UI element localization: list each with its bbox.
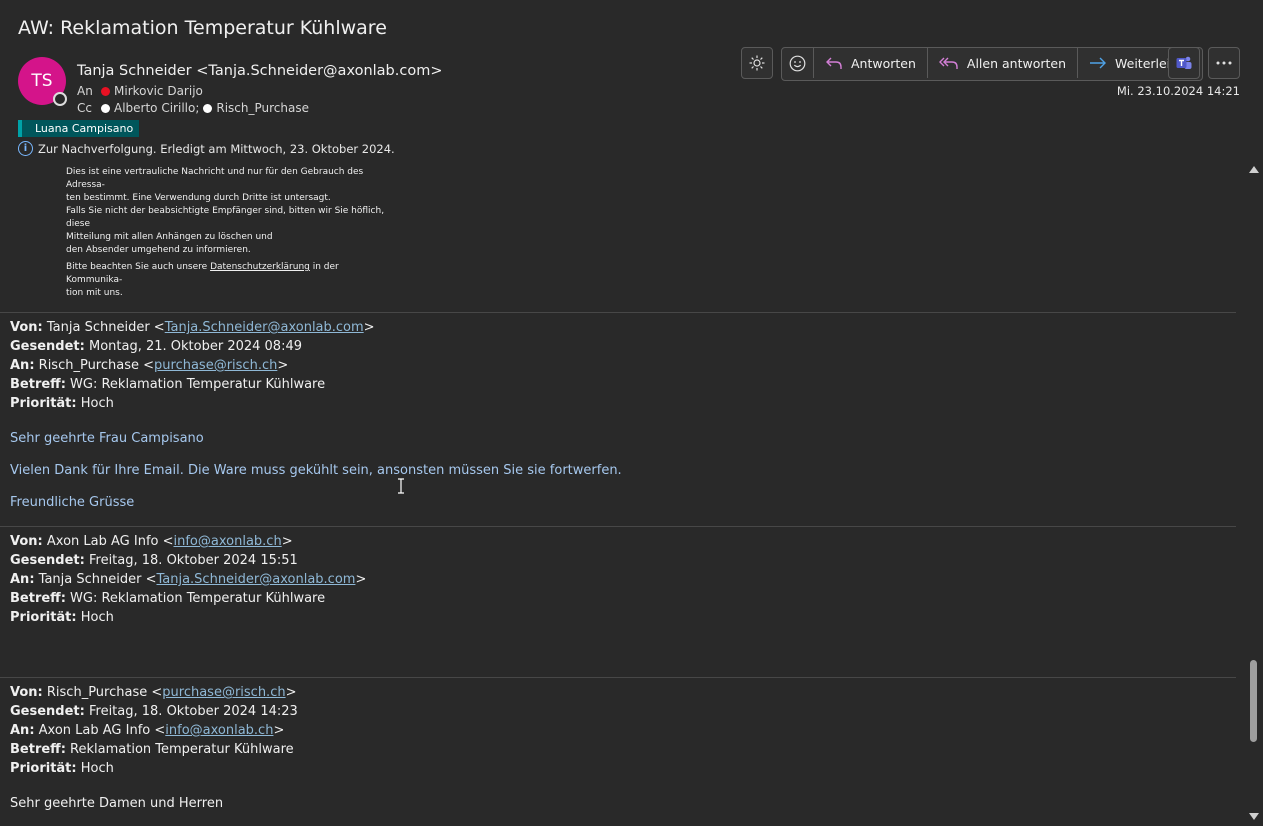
teams-button[interactable] <box>1168 47 1200 79</box>
subject-value: WG: Reklamation Temperatur Kühlware <box>70 377 326 392</box>
to-header-label: An: <box>10 723 35 738</box>
to-name: Risch_Purchase < <box>38 358 155 373</box>
forward-arrow-icon <box>1090 57 1106 69</box>
from-email-link[interactable]: Tanja.Schneider@axonlab.com <box>165 320 364 335</box>
thread-separator <box>0 312 1236 313</box>
email-subject: AW: Reklamation Temperatur Kühlware <box>18 17 387 39</box>
to-header-label: An: <box>10 358 35 373</box>
privacy-line: Bitte beachten Sie auch unsere Datenschu… <box>66 261 386 287</box>
subject-label: Betreff: <box>10 591 66 606</box>
thread-header: Von: Tanja Schneider <Tanja.Schneider@ax… <box>10 320 375 411</box>
sent-value: Montag, 21. Oktober 2024 08:49 <box>88 339 302 354</box>
privacy-line-2: tion mit uns. <box>66 288 123 298</box>
priority-label: Priorität: <box>10 610 77 625</box>
priority-value: Hoch <box>80 396 114 411</box>
priority-label: Priorität: <box>10 761 77 776</box>
sent-value: Freitag, 18. Oktober 2024 15:51 <box>88 553 298 568</box>
sun-icon <box>749 55 765 71</box>
action-toolbar: Antworten Allen antworten Weiterleiten <box>781 47 1203 81</box>
brightness-button[interactable] <box>741 47 773 79</box>
sent-value: Freitag, 18. Oktober 2024 14:23 <box>88 704 298 719</box>
disclaimer: Dies ist eine vertrauliche Nachricht und… <box>66 166 386 300</box>
cc-recipient-2[interactable]: Risch_Purchase <box>216 101 309 115</box>
cc-label: Cc <box>77 101 92 115</box>
body-text: Vielen Dank für Ihre Email. Die Ware mus… <box>10 463 622 478</box>
from-label: Von: <box>10 534 43 549</box>
priority-label: Priorität: <box>10 396 77 411</box>
body-greeting: Sehr geehrte Frau Campisano <box>10 431 204 446</box>
thread-header: Von: Risch_Purchase <purchase@risch.ch> … <box>10 685 298 776</box>
follow-up-banner: i Zur Nachverfolgung. Erledigt am Mittwo… <box>18 141 395 156</box>
subject-label: Betreff: <box>10 377 66 392</box>
thread-header: Von: Axon Lab AG Info <info@axonlab.ch> … <box>10 534 367 625</box>
to-name: Tanja Schneider < <box>38 572 157 587</box>
from-name: Risch_Purchase < <box>46 685 163 700</box>
to-email-link[interactable]: info@axonlab.ch <box>165 723 273 738</box>
disclaimer-line: den Absender umgehend zu informieren. <box>66 245 251 255</box>
priority-value: Hoch <box>80 761 114 776</box>
reply-button[interactable]: Antworten <box>814 48 928 78</box>
from-email-link[interactable]: purchase@risch.ch <box>162 685 285 700</box>
from-name: Axon Lab AG Info < <box>46 534 174 549</box>
received-datetime: Mi. 23.10.2024 14:21 <box>1116 84 1240 98</box>
privacy-link[interactable]: Datenschutzerklärung <box>210 262 310 272</box>
from-label: Von: <box>10 685 43 700</box>
subject-value: Reklamation Temperatur Kühlware <box>70 742 294 757</box>
info-icon: i <box>18 141 33 156</box>
cc-recipient-1[interactable]: Alberto Cirillo; <box>114 101 199 115</box>
body-closing: Freundliche Grüsse <box>10 495 135 510</box>
cc-line: Cc Alberto Cirillo; Risch_Purchase <box>77 101 309 115</box>
reply-icon <box>826 57 842 69</box>
disclaimer-line: Falls Sie nicht der beabsichtigte Empfän… <box>66 206 385 229</box>
reply-all-label: Allen antworten <box>966 55 1066 71</box>
sent-label: Gesendet: <box>10 704 85 719</box>
to-recipient[interactable]: Mirkovic Darijo <box>114 84 203 98</box>
scroll-down-arrow-icon[interactable] <box>1249 813 1259 820</box>
teams-icon <box>1176 56 1192 69</box>
reply-label: Antworten <box>851 55 916 71</box>
body-greeting: Sehr geehrte Damen und Herren <box>10 796 224 811</box>
to-header-label: An: <box>10 572 35 587</box>
status-icon <box>101 103 110 113</box>
status-icon <box>203 103 213 113</box>
text-cursor-icon <box>398 478 404 494</box>
more-icon <box>1216 61 1232 65</box>
subject-value: WG: Reklamation Temperatur Kühlware <box>70 591 326 606</box>
smiley-icon <box>789 55 806 71</box>
from-name: Tanja Schneider < <box>46 320 165 335</box>
priority-value: Hoch <box>80 610 114 625</box>
sender-name[interactable]: Tanja Schneider <Tanja.Schneider@axonlab… <box>77 63 442 79</box>
from-email-link[interactable]: info@axonlab.ch <box>174 534 282 549</box>
presence-status-icon <box>53 92 67 106</box>
subject-label: Betreff: <box>10 742 66 757</box>
privacy-prefix: Bitte beachten Sie auch unsere <box>66 262 211 272</box>
to-name: Axon Lab AG Info < <box>38 723 166 738</box>
reply-all-button[interactable]: Allen antworten <box>928 48 1078 78</box>
disclaimer-line: ten bestimmt. Eine Verwendung durch Drit… <box>66 193 331 203</box>
thread-separator <box>0 526 1236 527</box>
category-tag[interactable]: Luana Campisano <box>18 120 140 137</box>
sent-label: Gesendet: <box>10 339 85 354</box>
avatar-initials: TS <box>31 71 53 91</box>
emoji-button[interactable] <box>782 48 814 78</box>
to-label: An <box>77 84 93 98</box>
busy-status-icon <box>101 86 110 96</box>
follow-up-text: Zur Nachverfolgung. Erledigt am Mittwoch… <box>38 141 395 156</box>
to-email-link[interactable]: Tanja.Schneider@axonlab.com <box>156 572 355 587</box>
thread-separator <box>0 677 1236 678</box>
from-label: Von: <box>10 320 43 335</box>
to-email-link[interactable]: purchase@risch.ch <box>154 358 277 373</box>
sent-label: Gesendet: <box>10 553 85 568</box>
more-options-button[interactable] <box>1208 47 1240 79</box>
disclaimer-line: Dies ist eine vertrauliche Nachricht und… <box>66 167 364 190</box>
scroll-up-arrow-icon[interactable] <box>1249 166 1259 173</box>
to-line: An Mirkovic Darijo <box>77 84 203 98</box>
scrollbar-thumb[interactable] <box>1250 660 1257 742</box>
reply-all-icon <box>938 57 958 69</box>
disclaimer-line: Mitteilung mit allen Anhängen zu löschen… <box>66 232 273 242</box>
